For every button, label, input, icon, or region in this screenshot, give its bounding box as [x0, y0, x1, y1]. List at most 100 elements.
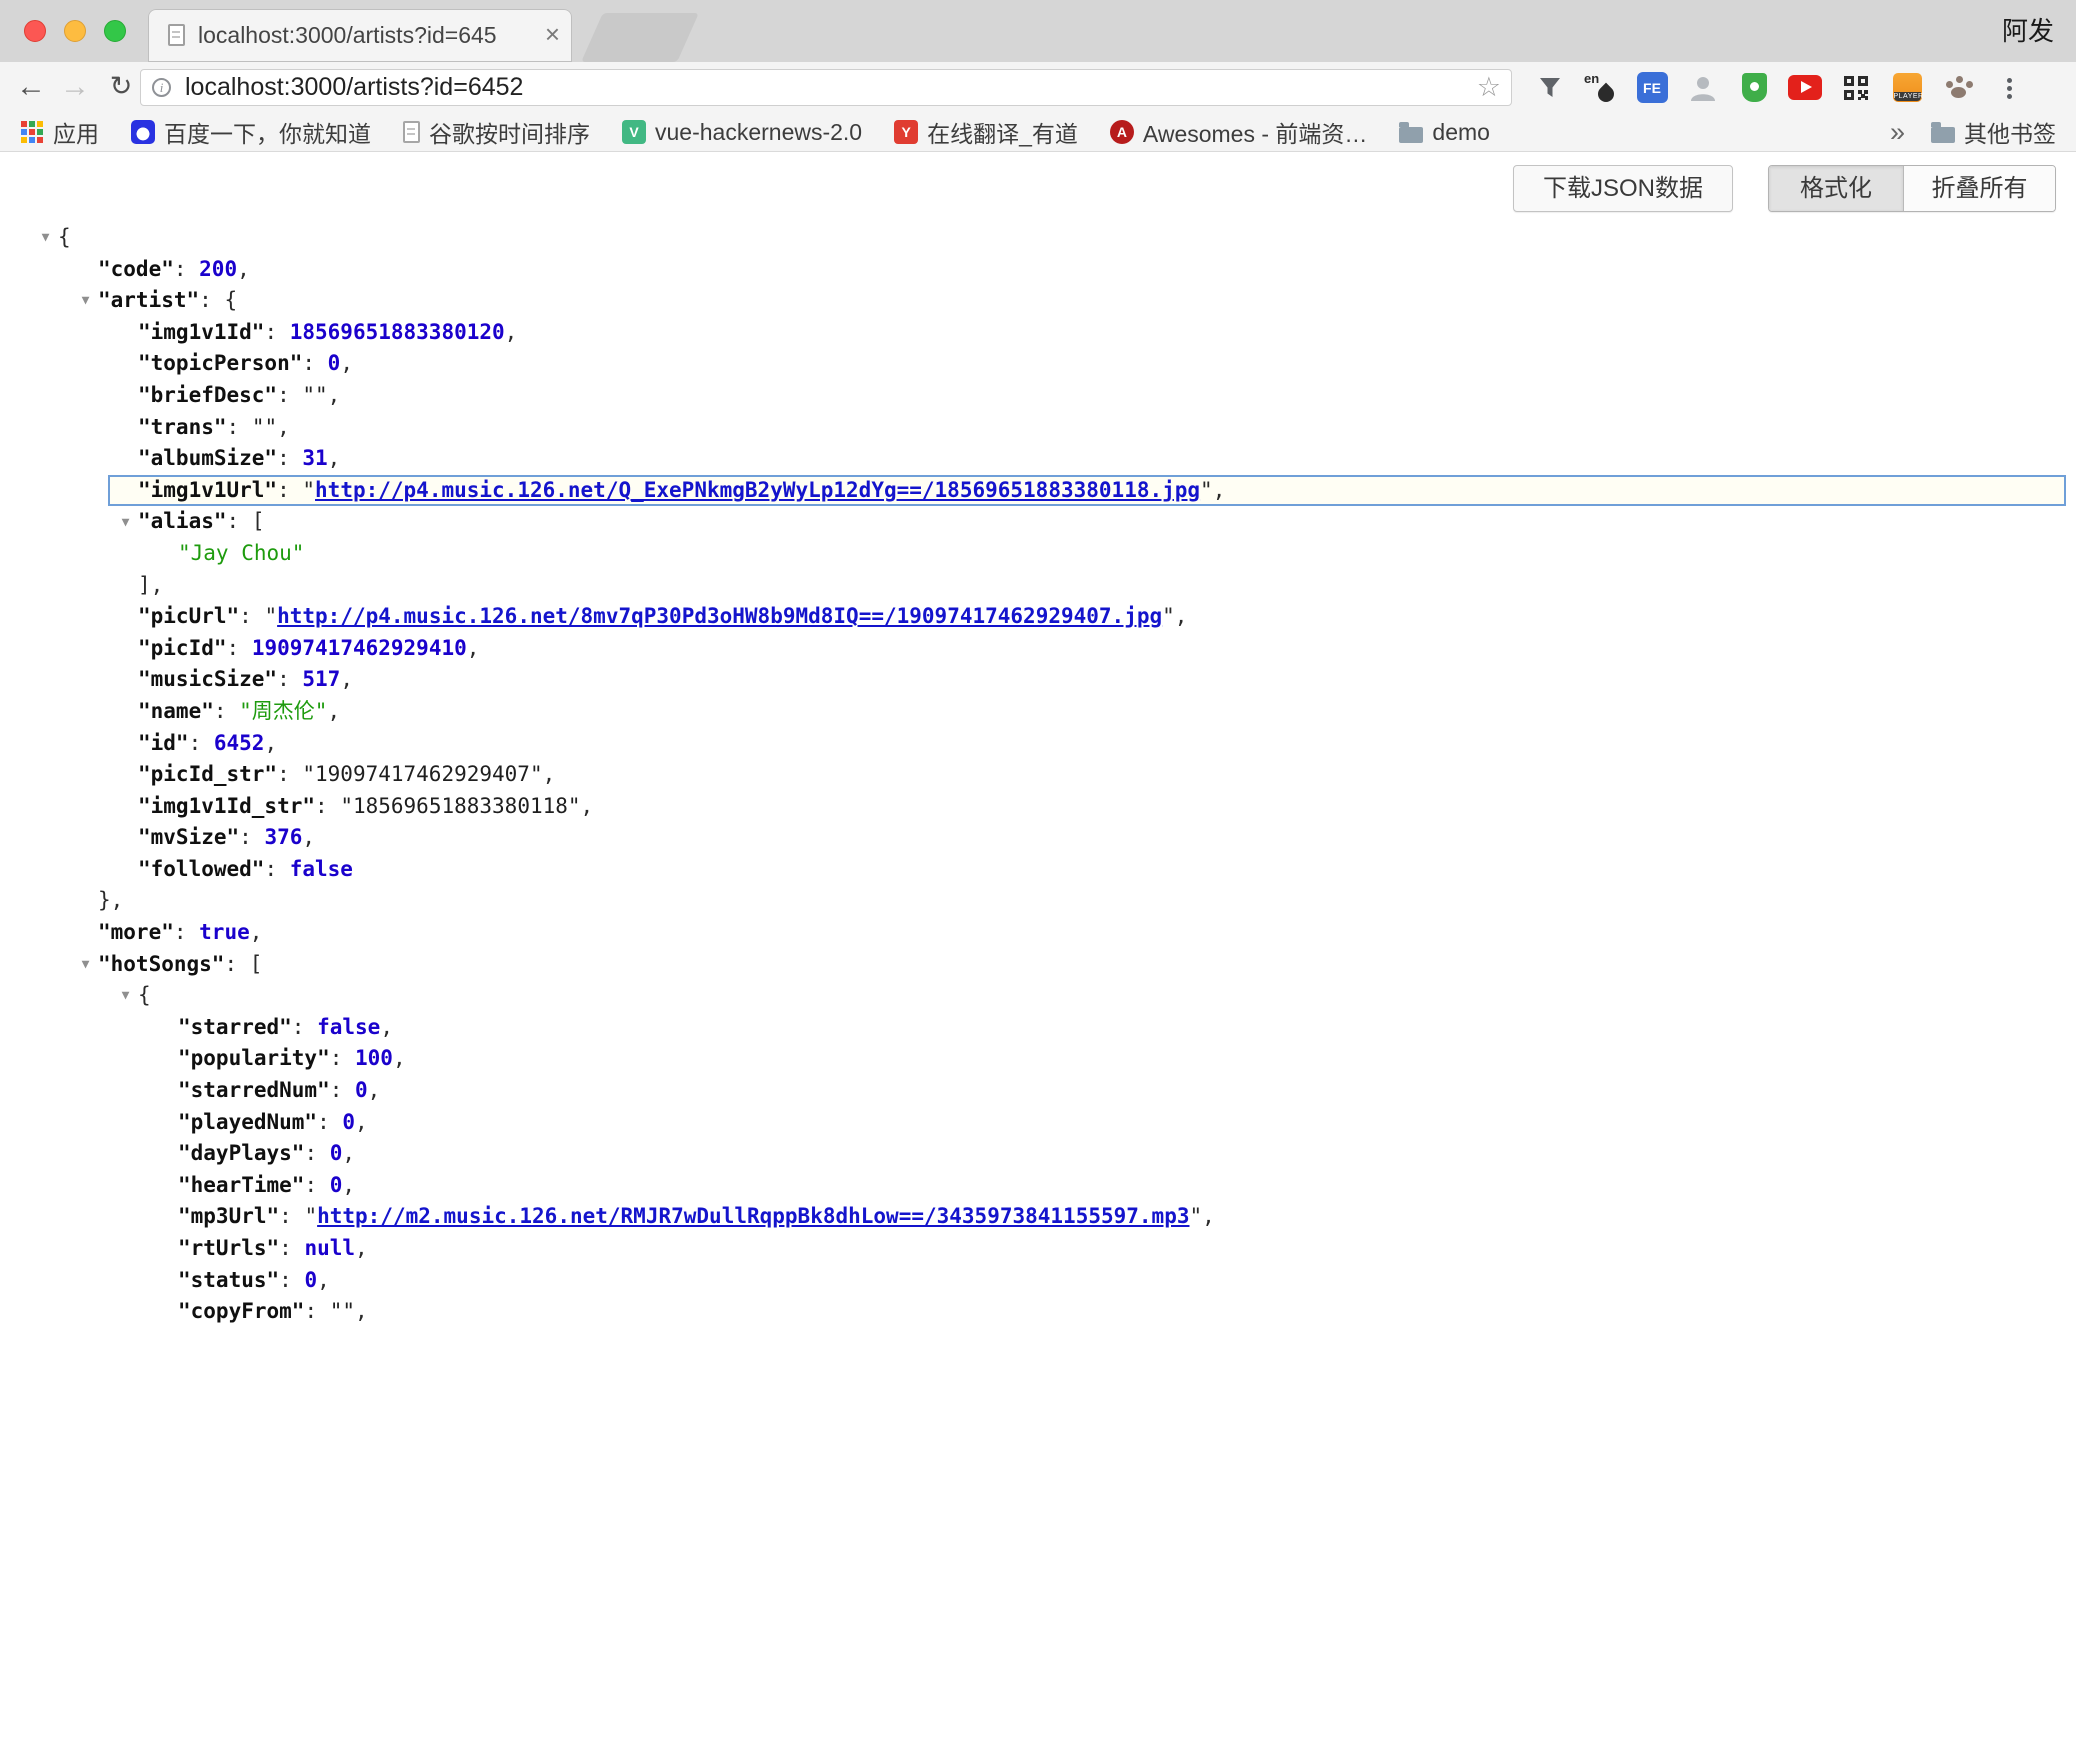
reload-button[interactable]: ↻	[102, 62, 140, 113]
new-tab-button[interactable]	[581, 13, 699, 62]
bookmark-label: Awesomes - 前端资…	[1143, 115, 1368, 149]
json-line: ▼{	[0, 222, 2076, 254]
json-line: "mvSize": 376,	[0, 822, 2076, 854]
json-token-num: 0	[355, 1078, 368, 1102]
json-token-pun: ,	[342, 1173, 355, 1197]
json-token-pun: :	[277, 667, 302, 691]
funnel-extension-icon[interactable]	[1532, 70, 1568, 106]
qr-code-extension-icon[interactable]	[1838, 70, 1874, 106]
fe-extension-icon[interactable]: FE	[1634, 70, 1670, 106]
download-json-button[interactable]: 下载JSON数据	[1513, 165, 1733, 212]
json-line: "img1v1Id_str": "18569651883380118",	[0, 791, 2076, 823]
profile-extension-icon[interactable]	[1685, 70, 1721, 106]
collapse-toggle-icon[interactable]: ▼	[113, 980, 138, 1012]
json-token-key: "rtUrls"	[178, 1236, 279, 1260]
json-token-key: "picId"	[138, 636, 227, 660]
forward-button[interactable]: →	[56, 62, 94, 113]
json-token-num: 18569651883380120	[290, 320, 505, 344]
json-line: "id": 6452,	[0, 728, 2076, 760]
collapse-toggle-icon[interactable]: ▼	[113, 507, 138, 539]
youtube-extension-icon[interactable]	[1787, 70, 1823, 106]
json-token-pun: :	[304, 1173, 329, 1197]
player-label: PLAYER	[1894, 92, 1921, 101]
back-button[interactable]: ←	[12, 62, 50, 113]
json-token-key: "trans"	[138, 415, 227, 439]
json-line: "Jay Chou"	[0, 538, 2076, 570]
json-token-strd: ""	[252, 415, 277, 439]
json-token-key: "img1v1Url"	[138, 478, 277, 502]
navigation-bar: ← → ↻ i localhost:3000/artists?id=6452 ☆…	[0, 62, 2076, 113]
collapse-all-button[interactable]: 折叠所有	[1904, 166, 2055, 211]
bookmark-item[interactable]: 百度一下，你就知道	[131, 115, 371, 149]
json-line: "starredNum": 0,	[0, 1075, 2076, 1107]
youdao-icon: Y	[894, 120, 918, 144]
json-token-pun: :	[302, 351, 327, 375]
json-token-pun: :	[224, 952, 249, 976]
json-token-pun: [	[250, 952, 263, 976]
bookmark-star-icon[interactable]: ☆	[1477, 70, 1501, 105]
json-line: "name": "周杰伦",	[0, 696, 2076, 728]
bookmark-item[interactable]: Y 在线翻译_有道	[894, 115, 1078, 149]
collapse-toggle-icon[interactable]: ▼	[33, 222, 58, 254]
translate-extension-icon[interactable]: en	[1583, 70, 1619, 106]
browser-tab[interactable]: localhost:3000/artists?id=645 ×	[148, 9, 572, 62]
apps-grid-icon	[20, 120, 44, 144]
bookmark-label: 在线翻译_有道	[927, 115, 1078, 149]
json-line: "musicSize": 517,	[0, 664, 2076, 696]
json-token-pun: :	[277, 383, 302, 407]
bookmark-item[interactable]: 谷歌按时间排序	[403, 115, 590, 149]
json-token-key: "starred"	[178, 1015, 292, 1039]
bookmark-label: 应用	[53, 115, 99, 149]
json-line: "code": 200,	[0, 254, 2076, 286]
shield-extension-icon[interactable]	[1736, 70, 1772, 106]
json-token-pun: :	[199, 288, 224, 312]
profile-name[interactable]: 阿发	[2002, 0, 2054, 62]
bookmark-item[interactable]: demo	[1399, 119, 1490, 146]
json-line: "img1v1Id": 18569651883380120,	[0, 317, 2076, 349]
json-token-pun: :	[317, 1110, 342, 1134]
json-token-num: 200	[199, 257, 237, 281]
format-button[interactable]: 格式化	[1769, 166, 1904, 211]
json-line: "trans": "",	[0, 412, 2076, 444]
json-token-key: "copyFrom"	[178, 1299, 304, 1323]
bookmarks-overflow-chevron[interactable]: »	[1890, 117, 1905, 148]
json-line: "briefDesc": "",	[0, 380, 2076, 412]
bookmark-apps[interactable]: 应用	[20, 115, 99, 149]
page-info-icon[interactable]: i	[152, 78, 171, 97]
json-token-pun: ,	[368, 1078, 381, 1102]
json-line: "copyFrom": "",	[0, 1296, 2076, 1328]
bookmark-item[interactable]: Vvue-hackernews-2.0	[622, 119, 862, 146]
address-bar[interactable]: i localhost:3000/artists?id=6452 ☆	[140, 69, 1512, 106]
collapse-toggle-icon[interactable]: ▼	[73, 285, 98, 317]
vue-icon: V	[622, 120, 646, 144]
json-token-pun: :	[239, 604, 264, 628]
window-zoom-button[interactable]	[104, 20, 126, 42]
json-url-link[interactable]: http://m2.music.126.net/RMJR7wDullRqppBk…	[317, 1204, 1189, 1228]
json-line: "popularity": 100,	[0, 1043, 2076, 1075]
json-token-num: 0	[330, 1141, 343, 1165]
json-token-pun: :	[214, 699, 239, 723]
json-token-pun: :	[174, 257, 199, 281]
collapse-toggle-icon[interactable]: ▼	[73, 949, 98, 981]
json-token-pun: :	[239, 825, 264, 849]
json-token-key: "name"	[138, 699, 214, 723]
json-token-pun: ,	[317, 1268, 330, 1292]
json-url-link[interactable]: http://p4.music.126.net/8mv7qP30Pd3oHW8b…	[277, 604, 1162, 628]
other-bookmarks[interactable]: 其他书签	[1931, 115, 2056, 149]
json-token-pun: :	[264, 320, 289, 344]
json-token-strd: "18569651883380118"	[340, 794, 580, 818]
json-line: "picUrl": "http://p4.music.126.net/8mv7q…	[0, 601, 2076, 633]
json-url-link[interactable]: http://p4.music.126.net/Q_ExePNkmgB2yWyL…	[315, 478, 1200, 502]
paw-extension-icon[interactable]	[1940, 70, 1976, 106]
awesomes-icon: A	[1110, 120, 1134, 144]
json-token-key: "followed"	[138, 857, 264, 881]
browser-menu-icon[interactable]	[1991, 70, 2027, 106]
tab-close-icon[interactable]: ×	[545, 9, 560, 62]
bookmark-item[interactable]: A Awesomes - 前端资…	[1110, 115, 1368, 149]
window-close-button[interactable]	[24, 20, 46, 42]
window-minimize-button[interactable]	[64, 20, 86, 42]
player-extension-icon[interactable]: PLAYER	[1889, 70, 1925, 106]
json-token-pun: "	[1189, 1204, 1202, 1228]
json-token-key: "popularity"	[178, 1046, 330, 1070]
json-token-key: "hotSongs"	[98, 952, 224, 976]
